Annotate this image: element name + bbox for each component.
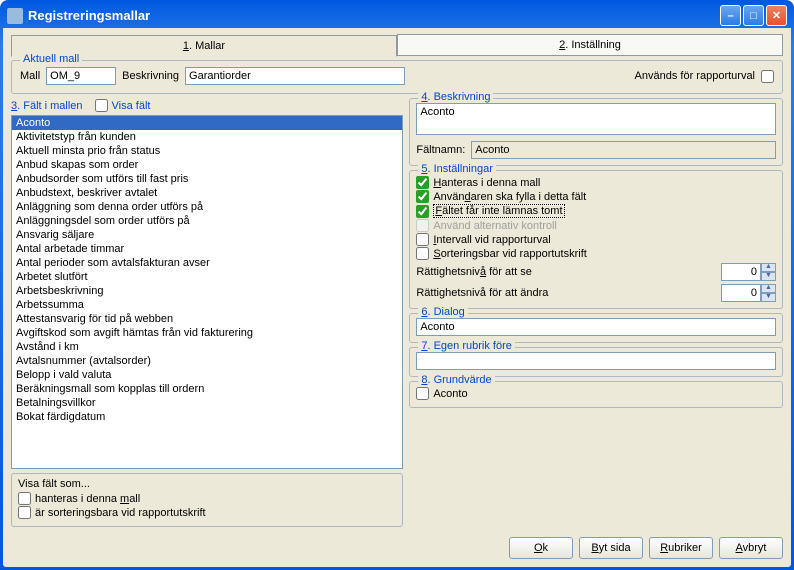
spin-down-icon[interactable]: ▼ [761, 293, 776, 302]
anv-rapport-checkbox[interactable] [761, 70, 774, 83]
grundvarde-group: 8. Grundvärde Aconto [409, 381, 783, 408]
main-columns: 3. Fält i mallen Visa fält AcontoAktivit… [11, 98, 783, 527]
cb-intervall-label: Intervall vid rapporturval [433, 234, 550, 246]
aktuell-mall-row: Mall Beskrivning Används för rapporturva… [20, 67, 774, 85]
list-item[interactable]: Anbudsorder som utförs till fast pris [12, 172, 402, 186]
list-item[interactable]: Arbetet slutfört [12, 270, 402, 284]
dialog-input[interactable] [416, 318, 776, 336]
list-item[interactable]: Arbetssumma [12, 298, 402, 312]
cb-intervall[interactable] [416, 233, 429, 246]
rubrik-input[interactable] [416, 352, 776, 370]
installningar-group: 5. Inställningar Hanteras i denna mall A… [409, 170, 783, 309]
byt-sida-button[interactable]: Byt sida [579, 537, 643, 559]
cb-anvandaren-label: Användaren ska fylla i detta fält [433, 191, 586, 203]
cb-sorteringsbar[interactable] [416, 247, 429, 260]
list-item[interactable]: Betalningsvillkor [12, 396, 402, 410]
faltnamn-label: Fältnamn: [416, 144, 465, 156]
spin-up-icon[interactable]: ▲ [761, 284, 776, 293]
list-item[interactable]: Ansvarig säljare [12, 228, 402, 242]
faltnamn-input [471, 141, 776, 159]
beskrivning-label: Beskrivning [122, 70, 179, 82]
window-title: Registreringsmallar [28, 8, 720, 23]
dialog-group: 6. Dialog [409, 313, 783, 343]
list-item[interactable]: Avstånd i km [12, 340, 402, 354]
beskrivning-input[interactable] [185, 67, 405, 85]
maximize-button[interactable]: □ [743, 5, 764, 26]
beskrivning-textarea[interactable]: Aconto [416, 103, 776, 135]
list-item[interactable]: Bokat färdigdatum [12, 410, 402, 424]
tab-bar: 1. Mallar 2. Inställning [11, 34, 783, 56]
cb-hanteras[interactable] [416, 176, 429, 189]
client-area: 1. Mallar 2. Inställning Aktuell mall Ma… [3, 28, 791, 567]
titlebar: Registreringsmallar – □ ✕ [3, 3, 791, 28]
grundvarde-label: Aconto [433, 388, 467, 400]
cb-alternativ-label: Använd alternativ kontroll [433, 220, 557, 232]
list-item[interactable]: Anbudstext, beskriver avtalet [12, 186, 402, 200]
cb-faltet[interactable] [416, 205, 429, 218]
list-item[interactable]: Antal perioder som avtalsfakturan avser [12, 256, 402, 270]
filter-title: Visa fält som... [18, 478, 396, 490]
field-listbox[interactable]: AcontoAktivitetstyp från kundenAktuell m… [11, 115, 403, 469]
rattighet-se-label: Rättighetsnivå för att se [416, 266, 532, 278]
list-item[interactable]: Aconto [12, 116, 402, 130]
filter-hanteras-checkbox[interactable] [18, 492, 31, 505]
right-column: 4. Beskrivning Aconto Fältnamn: 5. Instä… [409, 98, 783, 527]
window: Registreringsmallar – □ ✕ 1. Mallar 2. I… [0, 0, 794, 570]
list-item[interactable]: Arbetsbeskrivning [12, 284, 402, 298]
aktuell-mall-legend: Aktuell mall [20, 53, 82, 65]
spin-up-icon[interactable]: ▲ [761, 263, 776, 272]
filter-hanteras-label: hanteras i denna mall [35, 493, 140, 505]
list-item[interactable]: Attestansvarig för tid på webben [12, 312, 402, 326]
cb-faltet-label: Fältet får inte lämnas tomt [433, 204, 564, 218]
filter-box: Visa fält som... hanteras i denna mall ä… [11, 473, 403, 527]
window-controls: – □ ✕ [720, 5, 787, 26]
ok-button[interactable]: Ok [509, 537, 573, 559]
list-item[interactable]: Anbud skapas som order [12, 158, 402, 172]
avbryt-button[interactable]: Avbryt [719, 537, 783, 559]
rattighet-andra-spinner[interactable]: ▲▼ [721, 284, 776, 302]
beskrivning-legend: 4. Beskrivning [418, 91, 493, 103]
cb-anvandaren[interactable] [416, 190, 429, 203]
list-item[interactable]: Aktivitetstyp från kunden [12, 130, 402, 144]
list-item[interactable]: Anläggningsdel som order utförs på [12, 214, 402, 228]
grundvarde-checkbox[interactable] [416, 387, 429, 400]
footer-buttons: Ok Byt sida Rubriker Avbryt [11, 533, 783, 559]
rubrik-group: 7. Egen rubrik före [409, 347, 783, 377]
list-item[interactable]: Belopp i vald valuta [12, 368, 402, 382]
installningar-legend: 5. Inställningar [418, 163, 496, 175]
cb-hanteras-label: Hanteras i denna mall [433, 177, 540, 189]
visa-falt-checkbox[interactable] [95, 99, 108, 112]
list-item[interactable]: Beräkningsmall som kopplas till ordern [12, 382, 402, 396]
anv-rapport-label: Används för rapporturval [635, 70, 755, 82]
close-button[interactable]: ✕ [766, 5, 787, 26]
aktuell-mall-fieldset: Aktuell mall Mall Beskrivning Används fö… [11, 60, 783, 94]
cb-alternativ [416, 219, 429, 232]
rubrik-legend: 7. Egen rubrik före [418, 340, 515, 352]
grundvarde-legend: 8. Grundvärde [418, 374, 494, 386]
rubriker-button[interactable]: Rubriker [649, 537, 713, 559]
minimize-button[interactable]: – [720, 5, 741, 26]
rattighet-se-spinner[interactable]: ▲▼ [721, 263, 776, 281]
list-item[interactable]: Avtalsnummer (avtalsorder) [12, 354, 402, 368]
list-item[interactable]: Anläggning som denna order utförs på [12, 200, 402, 214]
list-item[interactable]: Avgiftskod som avgift hämtas från vid fa… [12, 326, 402, 340]
dialog-legend: 6. Dialog [418, 306, 467, 318]
rattighet-andra-label: Rättighetsnivå för att ändra [416, 287, 548, 299]
falt-i-mallen-label: 3. Fält i mallen Visa fält [11, 98, 403, 113]
filter-sort-label: är sorteringsbara vid rapportutskrift [35, 507, 206, 519]
tab-installning[interactable]: 2. Inställning [397, 34, 783, 56]
visa-falt-label: Visa fält [112, 100, 151, 112]
list-item[interactable]: Antal arbetade timmar [12, 242, 402, 256]
mall-input[interactable] [46, 67, 116, 85]
app-icon [7, 8, 23, 24]
filter-sort-checkbox[interactable] [18, 506, 31, 519]
spin-down-icon[interactable]: ▼ [761, 272, 776, 281]
left-column: 3. Fält i mallen Visa fält AcontoAktivit… [11, 98, 403, 527]
mall-label: Mall [20, 70, 40, 82]
list-item[interactable]: Aktuell minsta prio från status [12, 144, 402, 158]
cb-sorteringsbar-label: Sorteringsbar vid rapportutskrift [433, 248, 586, 260]
beskrivning-group: 4. Beskrivning Aconto Fältnamn: [409, 98, 783, 166]
